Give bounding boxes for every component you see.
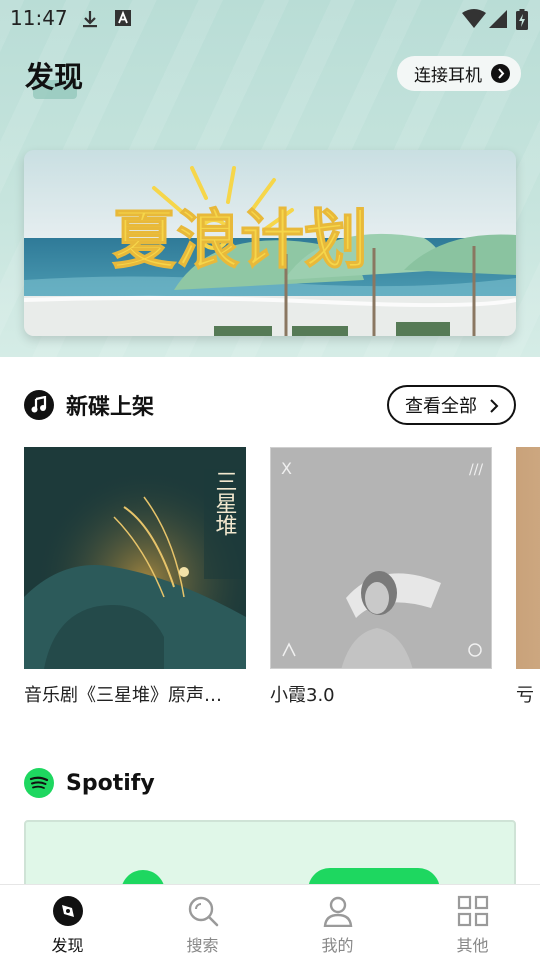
promo-banner[interactable]: 夏浪计划 (24, 150, 516, 336)
section-title-spotify: Spotify (66, 770, 155, 796)
album-card[interactable]: X /// 小霞3.0 (270, 447, 492, 707)
view-all-button[interactable]: 查看全部 (387, 385, 516, 425)
banner-headline: 夏浪计划 (112, 204, 368, 278)
album-cover-title: 三星堆 (212, 470, 238, 536)
banner-image: 夏浪计划 (24, 150, 516, 336)
download-icon (83, 11, 97, 28)
nav-label: 我的 (321, 936, 354, 955)
nav-item-search[interactable]: 搜索 (135, 885, 270, 960)
svg-text:X: X (281, 459, 292, 478)
battery-charging-icon (516, 9, 528, 30)
nav-label: 搜索 (186, 936, 219, 955)
nav-item-profile[interactable]: 我的 (270, 885, 405, 960)
nav-label: 其他 (456, 936, 489, 955)
search-icon (187, 895, 219, 927)
album-title: 小霞3.0 (270, 685, 335, 706)
album-card[interactable]: 亏 (516, 447, 540, 707)
a-box-icon (115, 10, 131, 26)
view-all-label: 查看全部 (405, 396, 477, 417)
bottom-navigation: 发现 搜索 我的 其他 (0, 884, 540, 960)
section-title-new-releases: 新碟上架 (66, 395, 155, 420)
wifi-icon (462, 9, 486, 28)
signal-icon (489, 10, 507, 28)
music-note-icon (24, 390, 54, 420)
album-title: 音乐剧《三星堆》原声… (24, 685, 222, 706)
profile-icon (322, 895, 354, 927)
spotify-header: Spotify (24, 768, 155, 798)
album-cover (516, 447, 540, 669)
grid-icon (457, 895, 489, 927)
discover-icon (52, 895, 84, 927)
spotify-icon (24, 768, 54, 798)
connect-headphones-label: 连接耳机 (414, 66, 482, 86)
svg-text:///: /// (469, 462, 483, 478)
nav-item-discover[interactable]: 发现 (0, 885, 135, 960)
nav-item-other[interactable]: 其他 (405, 885, 540, 960)
new-releases-header: 新碟上架 (24, 389, 154, 421)
album-title: 亏 (516, 685, 534, 706)
status-bar: 11:47 (0, 0, 540, 36)
chevron-right-icon (491, 64, 510, 83)
chevron-right-icon (490, 399, 499, 413)
album-cover: 三星堆 (24, 447, 246, 669)
page-title: 发现 (25, 60, 84, 94)
connect-headphones-button[interactable]: 连接耳机 (397, 56, 521, 91)
app-root: 11:47 发现 连接耳机 夏浪计划 新碟上架 查看全部 三星堆 音乐剧《三星堆… (0, 0, 540, 960)
status-time: 11:47 (10, 6, 68, 30)
album-cover: X /// (270, 447, 492, 669)
album-card[interactable]: 三星堆 音乐剧《三星堆》原声… (24, 447, 246, 707)
nav-label: 发现 (51, 936, 84, 955)
